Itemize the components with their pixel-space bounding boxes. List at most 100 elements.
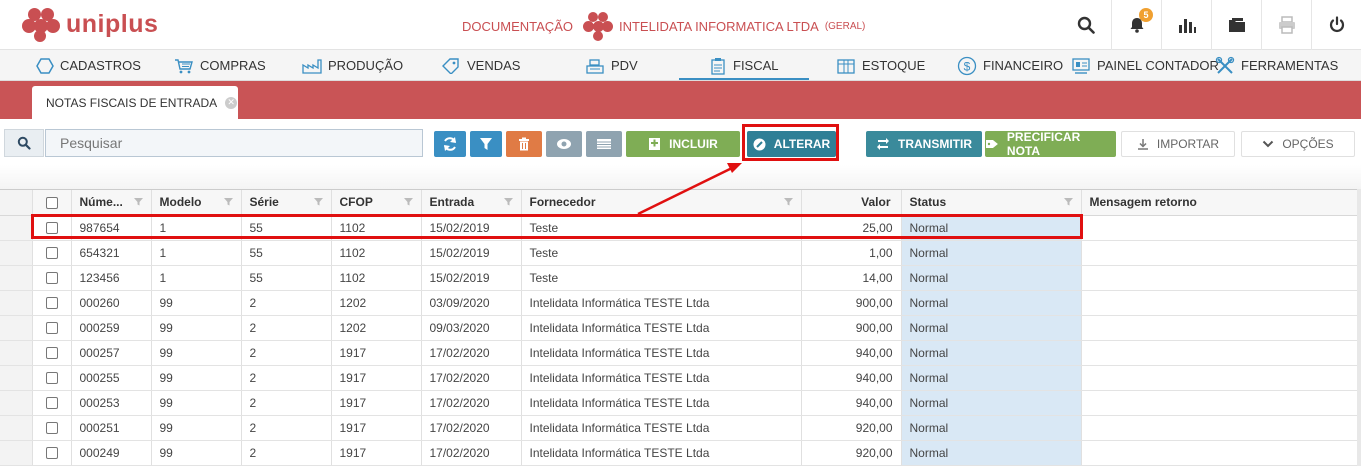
close-tab-icon[interactable]: ✕ <box>225 96 238 109</box>
menu-ferramentas[interactable]: FERRAMENTAS <box>1215 50 1338 81</box>
refresh-button[interactable] <box>434 131 466 157</box>
folder-icon <box>1228 18 1245 32</box>
cell-entrada: 15/02/2019 <box>421 265 522 291</box>
cell-status: Normal <box>901 365 1082 391</box>
cell-status: Normal <box>901 290 1082 316</box>
menu-pdv[interactable]: PDV <box>585 50 638 81</box>
transmitir-button[interactable]: TRANSMITIR <box>866 131 982 157</box>
cell-modelo: 99 <box>151 365 242 391</box>
column-mensagem-retorno[interactable]: Mensagem retorno <box>1081 190 1358 216</box>
column-valor[interactable]: Valor <box>801 190 902 216</box>
cell-valor: 920,00 <box>801 415 902 441</box>
menu-producao[interactable]: PRODUÇÃO <box>302 50 403 81</box>
filter-icon[interactable] <box>403 197 413 206</box>
dollar-icon: $ <box>957 56 977 75</box>
menu-label: FERRAMENTAS <box>1241 58 1339 73</box>
list-button[interactable] <box>586 131 622 157</box>
row-checkbox[interactable] <box>32 240 72 266</box>
filter-icon[interactable] <box>133 197 143 206</box>
menu-financeiro[interactable]: $ FINANCEIRO <box>957 50 1063 81</box>
notifications-button[interactable]: 5 <box>1111 0 1161 50</box>
cell-numero: 000249 <box>71 440 152 466</box>
table-row[interactable]: 000257 99 2 1917 17/02/2020 Intelidata Inform… <box>0 340 1358 366</box>
table-row[interactable]: 654321 1 55 1102 15/02/2019 Teste 1,00 Normal <box>0 240 1358 266</box>
row-checkbox[interactable] <box>32 340 72 366</box>
menu-vendas[interactable]: VENDAS <box>441 50 520 81</box>
incluir-button[interactable]: INCLUIR <box>626 131 740 157</box>
opcoes-button[interactable]: OPÇÕES <box>1241 131 1355 157</box>
table-row[interactable]: 987654 1 55 1102 15/02/2019 Teste 25,00 Normal <box>0 215 1358 241</box>
menu-fiscal[interactable]: FISCAL <box>679 50 808 81</box>
filter-icon[interactable] <box>1063 197 1073 206</box>
row-checkbox[interactable] <box>32 365 72 391</box>
column-cfop[interactable]: CFOP <box>331 190 422 216</box>
main-menu: CADASTROS COMPRAS PRODUÇÃO VENDAS PDV FI… <box>0 50 1361 81</box>
row-checkbox[interactable] <box>32 265 72 291</box>
column-entrada[interactable]: Entrada <box>421 190 522 216</box>
menu-compras[interactable]: COMPRAS <box>174 50 266 81</box>
logout-button[interactable] <box>1311 0 1361 50</box>
row-checkbox[interactable] <box>32 440 72 466</box>
view-button[interactable] <box>546 131 582 157</box>
menu-label: VENDAS <box>467 58 521 73</box>
invoices-grid: Núme... Modelo Série CFOP Entrada Fornec… <box>0 189 1361 466</box>
box-icon <box>837 58 855 74</box>
company-selector[interactable]: DOCUMENTAÇÃO INTELIDATA INFORMATICA LTDA… <box>462 10 865 42</box>
menu-estoque[interactable]: ESTOQUE <box>836 50 925 81</box>
filter-icon[interactable] <box>223 197 233 206</box>
table-header-row: Núme... Modelo Série CFOP Entrada Fornec… <box>0 190 1358 216</box>
search-button[interactable] <box>1061 0 1111 50</box>
table-row[interactable]: 000253 99 2 1917 17/02/2020 Intelidata Inform… <box>0 390 1358 416</box>
documents-button[interactable] <box>1211 0 1261 50</box>
column-status[interactable]: Status <box>901 190 1082 216</box>
row-checkbox[interactable] <box>32 390 72 416</box>
filter-icon[interactable] <box>783 197 793 206</box>
table-row[interactable]: 000251 99 2 1917 17/02/2020 Intelidata Inform… <box>0 415 1358 441</box>
column-numero[interactable]: Núme... <box>71 190 152 216</box>
filter-icon[interactable] <box>313 197 323 206</box>
cell-numero: 654321 <box>71 240 152 266</box>
menu-painel-contador[interactable]: PAINEL CONTADOR <box>1071 50 1219 81</box>
cell-entrada: 09/03/2020 <box>421 315 522 341</box>
column-fornecedor[interactable]: Fornecedor <box>521 190 802 216</box>
menu-label: FINANCEIRO <box>983 58 1064 73</box>
precificar-nota-button[interactable]: PRECIFICAR NOTA <box>985 130 1116 158</box>
importar-button[interactable]: IMPORTAR <box>1121 131 1235 157</box>
table-row[interactable]: 123456 1 55 1102 15/02/2019 Teste 14,00 Normal <box>0 265 1358 291</box>
uniplus-logo[interactable]: uniplus <box>22 6 158 42</box>
table-row[interactable]: 000249 99 2 1917 17/02/2020 Intelidata Inform… <box>0 440 1358 466</box>
search-input[interactable] <box>45 129 423 157</box>
menu-cadastros[interactable]: CADASTROS <box>36 50 141 81</box>
row-header <box>0 315 33 341</box>
table-row[interactable]: 000255 99 2 1917 17/02/2020 Intelidata Inform… <box>0 365 1358 391</box>
reports-button[interactable] <box>1161 0 1211 50</box>
svg-text:$: $ <box>964 59 971 73</box>
row-checkbox[interactable] <box>32 215 72 241</box>
column-serie[interactable]: Série <box>241 190 332 216</box>
factory-icon <box>302 58 322 74</box>
brand-name: uniplus <box>66 9 159 38</box>
add-document-icon <box>649 138 661 150</box>
filter-icon[interactable] <box>503 197 513 206</box>
cart-icon <box>175 58 193 73</box>
table-row[interactable]: 000260 99 2 1202 03/09/2020 Intelidata Inform… <box>0 290 1358 316</box>
header-actions: 5 <box>1061 0 1361 50</box>
alterar-label: ALTERAR <box>773 137 831 151</box>
print-button[interactable] <box>1261 0 1311 50</box>
row-checkbox[interactable] <box>32 290 72 316</box>
cell-numero: 987654 <box>71 215 152 241</box>
delete-button[interactable] <box>506 131 542 157</box>
table-row[interactable]: 000259 99 2 1202 09/03/2020 Intelidata Inform… <box>0 315 1358 341</box>
panel-icon <box>1072 57 1090 74</box>
row-checkbox[interactable] <box>32 315 72 341</box>
price-tag-icon <box>985 140 998 148</box>
incluir-label: INCLUIR <box>669 137 718 151</box>
cell-mensagem <box>1081 290 1358 316</box>
column-modelo[interactable]: Modelo <box>151 190 242 216</box>
vertical-scrollbar[interactable] <box>1357 189 1361 466</box>
tab-notas-fiscais-entrada[interactable]: NOTAS FISCAIS DE ENTRADA ✕ <box>32 86 238 119</box>
filter-button[interactable] <box>470 131 502 157</box>
row-checkbox[interactable] <box>32 415 72 441</box>
alterar-button[interactable]: ALTERAR <box>747 131 836 157</box>
select-all-checkbox[interactable] <box>32 190 72 216</box>
